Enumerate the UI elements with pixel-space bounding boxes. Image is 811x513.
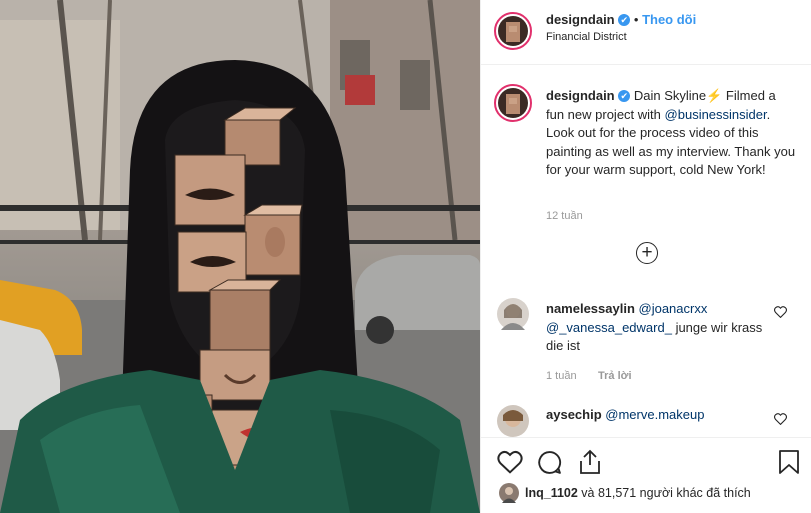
likes-count-text[interactable]: và 81,571 người khác đã thích (578, 486, 750, 500)
comment-mention[interactable]: @joanacrxx (639, 301, 708, 316)
caption-time[interactable]: 12 tuần (546, 210, 583, 222)
post-actions-bar: lnq_1102 và 81,571 người khác đã thích (481, 437, 811, 513)
comment-like-heart-icon[interactable] (774, 413, 787, 428)
caption-avatar[interactable] (494, 84, 532, 122)
comment-2: aysechip @merve.makeup (546, 406, 776, 425)
verified-badge-icon: ✔ (618, 14, 631, 26)
caption-username[interactable]: designdain (546, 88, 615, 103)
caption-mention[interactable]: @businessinsider (665, 107, 767, 122)
likes-summary: lnq_1102 và 81,571 người khác đã thích (525, 486, 751, 500)
comments-section[interactable]: designdain ✔ Dain Skyline⚡ Filmed a fun … (481, 65, 811, 437)
author-username[interactable]: designdain (546, 12, 615, 27)
heart-icon[interactable] (497, 450, 523, 477)
post-header: designdain ✔ • Theo dõi Financial Distri… (481, 0, 811, 65)
post-side-panel: designdain ✔ • Theo dõi Financial Distri… (480, 0, 811, 513)
bookmark-icon[interactable] (778, 449, 800, 478)
verified-badge-icon: ✔ (618, 90, 631, 102)
share-icon[interactable] (578, 449, 602, 478)
follow-button[interactable]: Theo dõi (642, 12, 696, 27)
comment-mention[interactable]: @merve.makeup (605, 407, 704, 422)
commenter-avatar[interactable] (497, 405, 529, 437)
comment-time[interactable]: 1 tuần (546, 370, 577, 382)
comment-icon[interactable] (537, 450, 562, 478)
post-caption: designdain ✔ Dain Skyline⚡ Filmed a fun … (546, 87, 796, 180)
author-avatar[interactable] (494, 12, 532, 50)
plus-circle-icon: + (641, 242, 653, 263)
header-title-row: designdain ✔ • Theo dõi (546, 12, 696, 27)
comment-username[interactable]: namelessaylin (546, 301, 635, 316)
instagram-post: designdain ✔ • Theo dõi Financial Distri… (0, 0, 811, 513)
separator-dot: • (633, 12, 639, 27)
post-photo[interactable] (0, 0, 480, 513)
liker-avatar[interactable] (499, 483, 519, 503)
load-more-comments-button[interactable]: + (636, 242, 658, 264)
photo-illustration (0, 0, 480, 513)
location-link[interactable]: Financial District (546, 31, 627, 43)
comment-like-heart-icon[interactable] (774, 306, 787, 321)
liker-username[interactable]: lnq_1102 (525, 486, 578, 500)
comment-1: namelessaylin @joanacrxx @_vanessa_edwar… (546, 300, 776, 356)
commenter-avatar[interactable] (497, 298, 529, 330)
comment-username[interactable]: aysechip (546, 407, 602, 422)
comment-mention[interactable]: @_vanessa_edward_ (546, 320, 672, 335)
reply-button[interactable]: Trả lời (598, 370, 632, 382)
